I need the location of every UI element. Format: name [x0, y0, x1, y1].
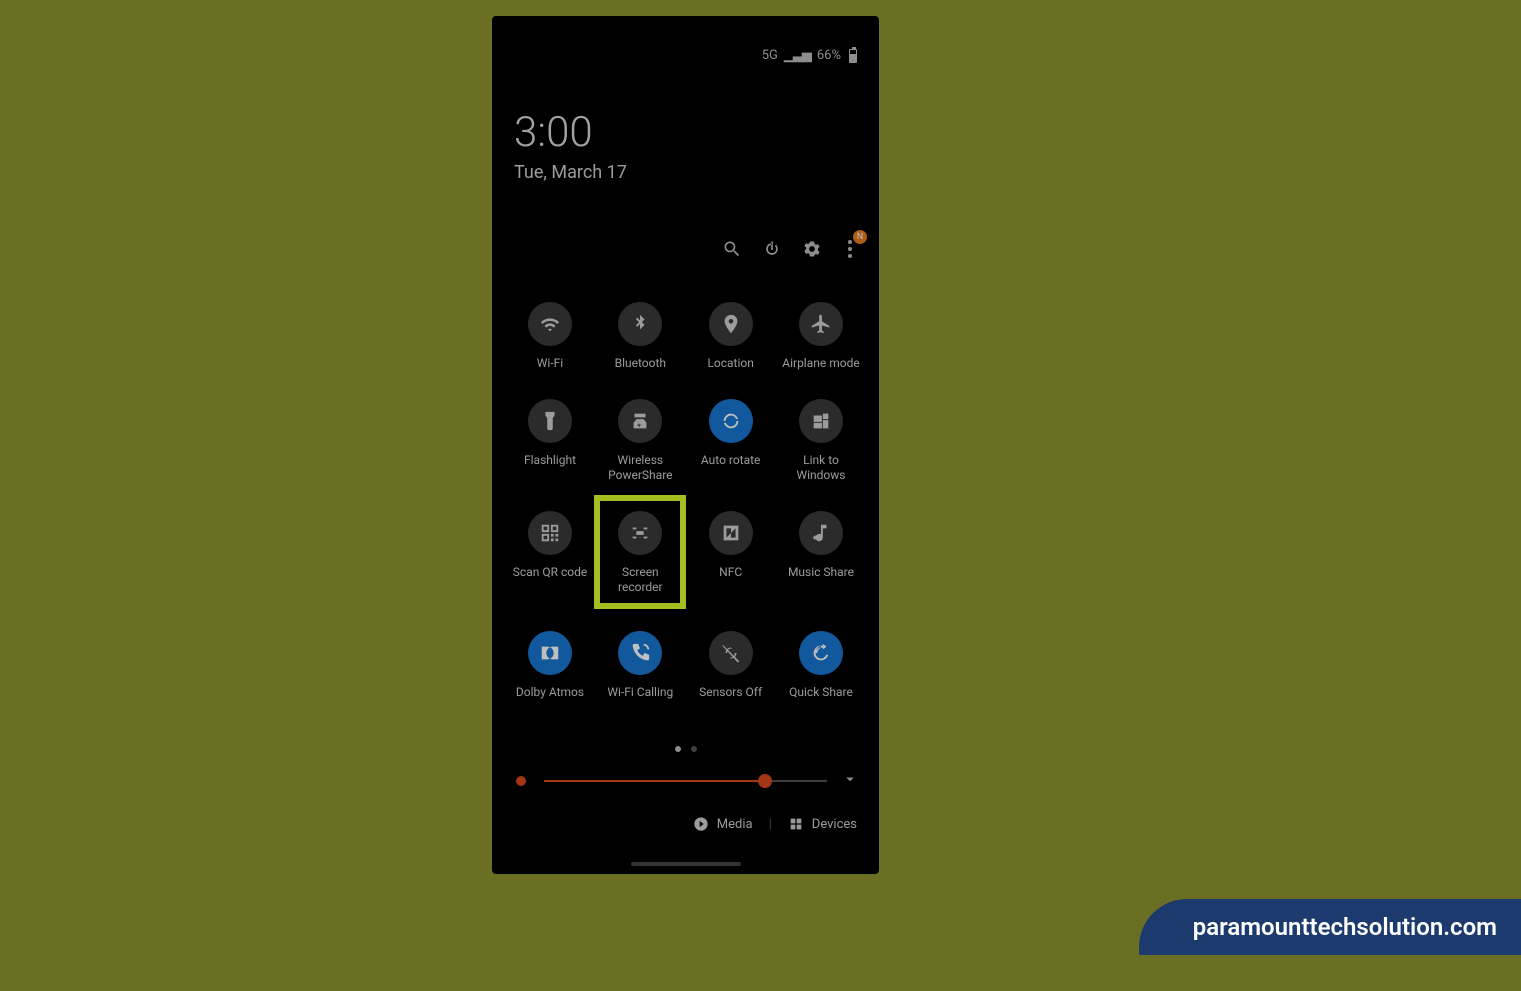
- clock-block: 3:00 Tue, March 17: [514, 112, 627, 183]
- clock-date: Tue, March 17: [514, 162, 627, 183]
- watermark: paramounttechsolution.com: [1139, 899, 1521, 955]
- play-circle-icon: [693, 816, 709, 832]
- media-label: Media: [717, 817, 753, 832]
- sensorsoff-icon: [709, 631, 753, 675]
- tile-label: Sensors Off: [699, 685, 762, 700]
- tile-flashlight[interactable]: Flashlight: [510, 399, 590, 483]
- tile-qrcode[interactable]: Scan QR code: [510, 511, 590, 603]
- tile-label: Music Share: [788, 565, 854, 580]
- tile-musicshare[interactable]: Music Share: [781, 511, 861, 603]
- dolby-icon: [528, 631, 572, 675]
- battery-text: 66%: [817, 48, 841, 63]
- airplane-icon: [799, 302, 843, 346]
- tile-label: Dolby Atmos: [516, 685, 584, 700]
- tile-label: Quick Share: [789, 685, 853, 700]
- tile-wifi[interactable]: Wi-Fi: [510, 302, 590, 371]
- tile-powershare[interactable]: Wireless PowerShare: [600, 399, 680, 483]
- page-dot: [691, 746, 697, 752]
- powershare-icon: [618, 399, 662, 443]
- status-bar: 5G ▁▃▅ 66%: [762, 48, 857, 63]
- separator: |: [769, 817, 772, 832]
- devices-grid-icon: [788, 816, 804, 832]
- tile-label: Screen recorder: [604, 565, 676, 595]
- brightness-row: [512, 770, 859, 792]
- screenrecorder-icon: [618, 511, 662, 555]
- musicshare-icon: [799, 511, 843, 555]
- battery-icon: [849, 49, 857, 63]
- wifi-icon: [528, 302, 572, 346]
- tile-label: Wireless PowerShare: [600, 453, 680, 483]
- home-indicator: [631, 862, 741, 866]
- brightness-slider[interactable]: [544, 780, 827, 782]
- signal-bars-icon: ▁▃▅: [784, 48, 811, 63]
- quickshare-icon: [799, 631, 843, 675]
- tile-label: Link to Windows: [781, 453, 861, 483]
- tile-autorotate[interactable]: Auto rotate: [691, 399, 771, 483]
- tile-airplane[interactable]: Airplane mode: [781, 302, 861, 371]
- tile-label: Bluetooth: [615, 356, 666, 371]
- devices-label: Devices: [812, 817, 857, 832]
- linkwindows-icon: [799, 399, 843, 443]
- more-icon[interactable]: N: [841, 238, 859, 260]
- page-dot-active: [675, 746, 681, 752]
- tile-wificalling[interactable]: Wi-Fi Calling: [600, 631, 680, 700]
- tile-label: Flashlight: [524, 453, 576, 468]
- bluetooth-icon: [618, 302, 662, 346]
- bottom-row: Media | Devices: [492, 816, 879, 832]
- power-icon[interactable]: [761, 238, 783, 260]
- tile-label: NFC: [719, 565, 742, 580]
- clock-time: 3:00: [514, 112, 627, 154]
- network-label: 5G: [762, 48, 778, 63]
- location-icon: [709, 302, 753, 346]
- autorotate-icon: [709, 399, 753, 443]
- tile-screenrecorder[interactable]: Screen recorder: [600, 501, 680, 603]
- tile-label: Auto rotate: [701, 453, 761, 468]
- tile-label: Location: [707, 356, 753, 371]
- tile-label: Scan QR code: [513, 565, 587, 580]
- tile-label: Airplane mode: [782, 356, 859, 371]
- tile-quickshare[interactable]: Quick Share: [781, 631, 861, 700]
- chevron-down-icon[interactable]: [841, 770, 859, 792]
- tile-sensorsoff[interactable]: Sensors Off: [691, 631, 771, 700]
- brightness-icon: [512, 772, 530, 790]
- phone-screenshot: 5G ▁▃▅ 66% 3:00 Tue, March 17 N Wi-Fi Blu…: [492, 16, 879, 874]
- nfc-icon: [709, 511, 753, 555]
- settings-icon[interactable]: [801, 238, 823, 260]
- panel-actions: N: [721, 238, 859, 260]
- search-icon[interactable]: [721, 238, 743, 260]
- tile-nfc[interactable]: NFC: [691, 511, 771, 603]
- tile-label: Wi-Fi: [537, 356, 563, 371]
- tile-label: Wi-Fi Calling: [607, 685, 673, 700]
- qrcode-icon: [528, 511, 572, 555]
- tile-bluetooth[interactable]: Bluetooth: [600, 302, 680, 371]
- media-button[interactable]: Media: [693, 816, 753, 832]
- tile-dolby[interactable]: Dolby Atmos: [510, 631, 590, 700]
- devices-button[interactable]: Devices: [788, 816, 857, 832]
- quick-settings-grid: Wi-Fi Bluetooth Location Airplane mode Flash…: [492, 302, 879, 728]
- tile-location[interactable]: Location: [691, 302, 771, 371]
- flashlight-icon: [528, 399, 572, 443]
- tile-linkwindows[interactable]: Link to Windows: [781, 399, 861, 483]
- wificalling-icon: [618, 631, 662, 675]
- more-badge: N: [853, 230, 867, 244]
- page-indicator: [492, 746, 879, 752]
